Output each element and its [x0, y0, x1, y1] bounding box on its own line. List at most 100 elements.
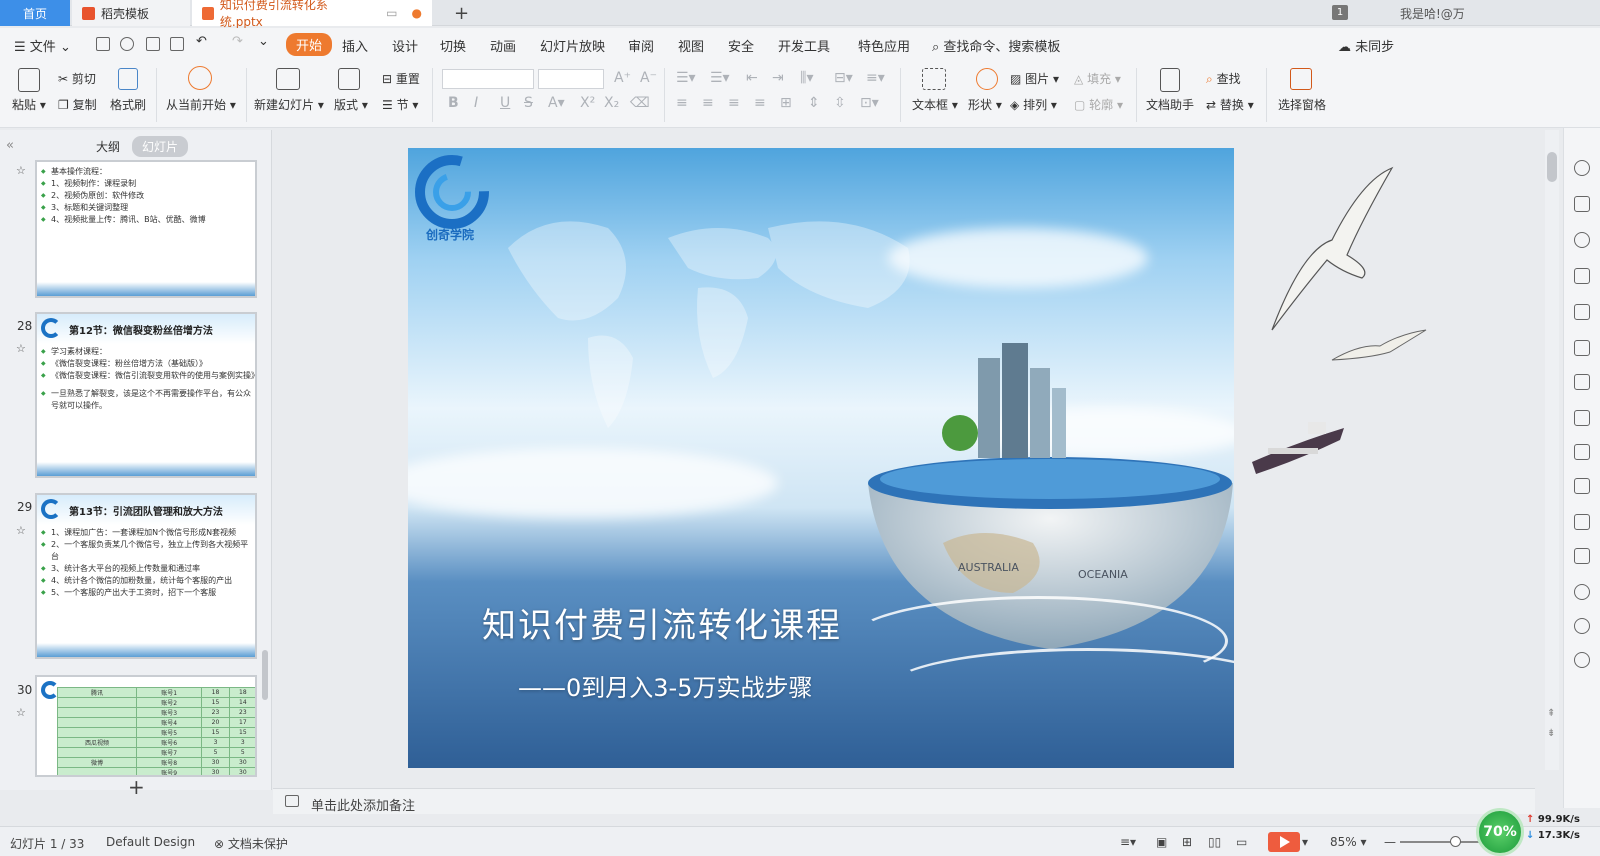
protect-status[interactable]: ⊗ 文档未保护 [214, 835, 288, 852]
quick-access-chevron-icon[interactable]: ⌄ [258, 34, 269, 49]
save-icon[interactable] [96, 37, 110, 51]
arrange-button[interactable]: ◈ 排列 ▾ [1010, 96, 1057, 113]
tab-home[interactable]: 首页 [0, 0, 70, 26]
bold-icon[interactable]: B [448, 95, 459, 111]
outline-button[interactable]: ▢ 轮廓 ▾ [1074, 96, 1123, 113]
zoom-slider-track[interactable] [1400, 841, 1484, 843]
decrease-indent-icon[interactable]: ⇤ [746, 70, 758, 86]
clear-format-icon[interactable]: ⌫ [630, 95, 650, 111]
menu-start[interactable]: 开始 [286, 33, 333, 56]
menu-special[interactable]: 特色应用 [858, 36, 910, 55]
play-options-chevron-icon[interactable]: ▾ [1302, 835, 1308, 849]
collapse-panel-icon[interactable]: « [6, 138, 14, 153]
redo-icon[interactable]: ↷ [232, 34, 243, 49]
seagull-image[interactable] [1262, 160, 1402, 340]
paste-button[interactable]: 粘贴 ▾ [12, 96, 46, 113]
share-tool-icon[interactable] [1574, 444, 1590, 460]
distribute-icon[interactable]: ⊞ [780, 95, 792, 111]
tab-slides[interactable]: 幻灯片 [132, 136, 189, 157]
monitor-icon[interactable]: ▭ [386, 6, 397, 20]
menu-view[interactable]: 视图 [678, 36, 704, 55]
new-slide-button[interactable]: 新建幻灯片 ▾ [254, 96, 324, 113]
menu-devtools[interactable]: 开发工具 [778, 36, 830, 55]
archive-tool-icon[interactable] [1574, 478, 1590, 494]
panel-scrollbar[interactable] [262, 650, 268, 700]
shape-tool-icon[interactable] [1574, 232, 1590, 248]
new-tab-button[interactable]: + [454, 3, 469, 24]
tab-outline[interactable]: 大纲 [96, 138, 120, 155]
menu-design[interactable]: 设计 [392, 36, 418, 55]
copy-button[interactable]: ❐ 复制 [58, 96, 97, 113]
textbox-icon[interactable] [922, 68, 946, 90]
preview-icon[interactable] [170, 37, 184, 51]
design-name[interactable]: Default Design [106, 835, 195, 849]
select-pane-button[interactable]: 选择窗格 [1278, 96, 1326, 113]
doc-assistant-icon[interactable] [1160, 68, 1180, 92]
menu-file[interactable]: ☰ 文件 ⌄ [14, 36, 71, 55]
justify-icon[interactable]: ≡ [754, 95, 766, 111]
new-slide-icon[interactable] [276, 68, 300, 90]
reading-view-icon[interactable]: ▯▯ [1208, 835, 1221, 849]
underline-icon[interactable]: U [500, 95, 510, 111]
add-slide-button[interactable]: + [128, 775, 145, 799]
location-tool-icon[interactable] [1574, 584, 1590, 600]
slide-editor[interactable]: 创奇学院 AUSTRALIA OCEANIA 知识付费引流转化课程 ——0到月入… [408, 148, 1234, 768]
section-button[interactable]: ☰ 节 ▾ [382, 96, 418, 113]
strikethrough-icon[interactable]: S [524, 95, 533, 111]
menu-review[interactable]: 审阅 [628, 36, 654, 55]
cut-button[interactable]: ✂ 剪切 [58, 70, 96, 87]
menu-slideshow[interactable]: 幻灯片放映 [540, 36, 605, 55]
smartart-icon[interactable]: ⊡▾ [860, 95, 879, 111]
next-slide-icon[interactable]: ⇟ [1547, 728, 1555, 739]
shape-button[interactable]: 形状 ▾ [968, 96, 1002, 113]
doc-assistant-button[interactable]: 文档助手 [1146, 96, 1194, 113]
shape-icon[interactable] [976, 68, 998, 90]
chart-tool-icon[interactable] [1574, 340, 1590, 356]
shrink-font-icon[interactable]: A⁻ [640, 70, 657, 86]
picture-tool-icon[interactable] [1574, 514, 1590, 530]
format-painter-icon[interactable] [118, 68, 138, 90]
tab-document[interactable]: 知识付费引流转化系统.pptx ▭ ● [192, 0, 432, 29]
menu-animation[interactable]: 动画 [490, 36, 516, 55]
align-right-icon[interactable]: ≡ [728, 95, 740, 111]
increase-indent-icon[interactable]: ⇥ [772, 70, 784, 86]
presenter-view-icon[interactable]: ▭ [1236, 835, 1247, 849]
slide-subtitle[interactable]: ——0到月入3-5万实战步骤 [518, 668, 812, 703]
textbox-button[interactable]: 文本框 ▾ [912, 96, 958, 113]
grid-tool-icon[interactable] [1574, 304, 1590, 320]
layout-icon[interactable] [338, 68, 360, 90]
columns-icon[interactable]: ⫼▾ [800, 70, 813, 86]
canvas-scrollbar[interactable]: ⇞ ⇟ [1545, 130, 1559, 770]
history-tool-icon[interactable] [1574, 618, 1590, 634]
animation-tool-icon[interactable] [1574, 268, 1590, 284]
undo-icon[interactable]: ↶ [196, 34, 207, 49]
menu-transition[interactable]: 切换 [440, 36, 466, 55]
scrollbar-thumb[interactable] [1547, 152, 1557, 182]
play-from-current-icon[interactable] [188, 66, 212, 90]
seagull-small-image[interactable] [1330, 326, 1430, 366]
italic-icon[interactable]: I [474, 95, 478, 111]
para-spacing-icon[interactable]: ⇳ [834, 95, 846, 111]
zoom-level[interactable]: 85% ▾ [1330, 835, 1367, 849]
notes-bar[interactable]: 单击此处添加备注 [273, 788, 1535, 814]
align-left-icon[interactable]: ≡ [676, 95, 688, 111]
align-center-icon[interactable]: ≡ [702, 95, 714, 111]
window-count-badge[interactable]: 1 [1332, 5, 1348, 20]
star-tool-icon[interactable] [1574, 160, 1590, 176]
numbered-list-icon[interactable]: ☰▾ [710, 70, 730, 86]
font-size-select[interactable] [538, 69, 604, 89]
slide-thumbnail-29[interactable]: 第13节：引流团队管理和放大方法 1、课程加广告：一套课程加N个微信号形成N套视… [35, 493, 257, 659]
reset-button[interactable]: ⊟ 重置 [382, 70, 420, 87]
menu-security[interactable]: 安全 [728, 36, 754, 55]
notes-placeholder[interactable]: 单击此处添加备注 [311, 795, 415, 814]
command-search[interactable]: ⌕ 查找命令、搜索模板 [932, 36, 1060, 55]
bullet-list-icon[interactable]: ☰▾ [676, 70, 696, 86]
slide-thumbnail-27[interactable]: 基本操作流程： 1、视频制作：课程录制 2、视频伪原创：软件修改 3、标题和关键… [35, 160, 257, 298]
picture-button[interactable]: ▨ 图片 ▾ [1010, 70, 1059, 87]
find-button[interactable]: ⌕ 查找 [1206, 70, 1241, 87]
line-spacing-icon[interactable]: ≡▾ [866, 70, 885, 86]
slide-thumbnail-28[interactable]: 第12节：微信裂变粉丝倍增方法 学习素材课程： 《微信裂变课程：粉丝倍增方法（基… [35, 312, 257, 478]
zoom-slider-knob[interactable] [1450, 836, 1461, 847]
replace-button[interactable]: ⇄ 替换 ▾ [1206, 96, 1254, 113]
font-color-icon[interactable]: A▾ [548, 95, 565, 111]
